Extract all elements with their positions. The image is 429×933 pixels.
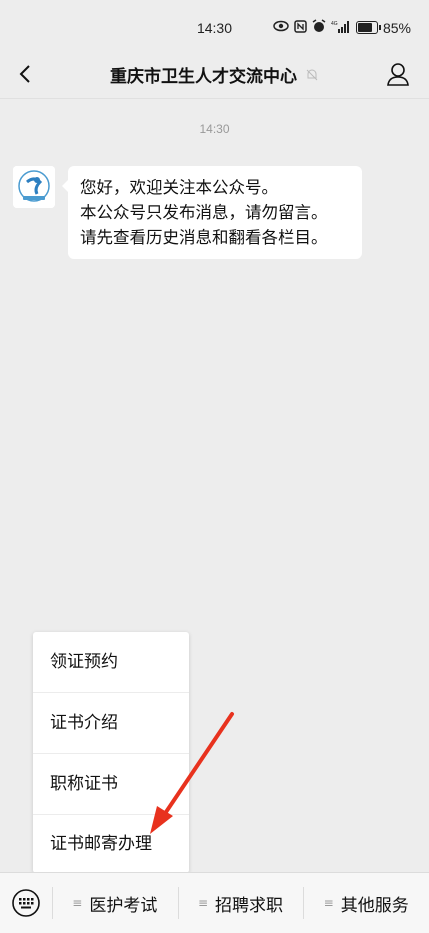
page-title: 重庆市卫生人才交流中心 [110, 67, 297, 87]
nfc-icon [294, 19, 307, 36]
status-icons: 4G 85% [273, 19, 411, 36]
alarm-icon [312, 19, 326, 36]
keyboard-button[interactable] [0, 873, 52, 933]
tab-other-services[interactable]: ≡ 其他服务 [303, 873, 429, 933]
tab-medical-exam[interactable]: ≡ 医护考试 [52, 873, 178, 933]
message-bubble[interactable]: 您好，欢迎关注本公众号。 本公众号只发布消息，请勿留言。 请先查看历史消息和翻看… [62, 166, 362, 259]
tab-label: 招聘求职 [215, 895, 284, 916]
menu-item-appointment[interactable]: 领证预约 [33, 632, 189, 693]
eye-icon [273, 20, 289, 35]
keyboard-icon [12, 889, 40, 917]
tab-label: 其他服务 [340, 895, 409, 916]
chat-timestamp: 14:30 [199, 122, 230, 136]
nav-bar: 重庆市卫生人才交流中心 [0, 50, 429, 99]
bottom-menu-bar: ≡ 医护考试 ≡ 招聘求职 ≡ 其他服务 [0, 872, 429, 933]
status-bar: 14:30 4G 85% [0, 0, 429, 50]
avatar[interactable] [13, 166, 55, 208]
logo-icon [13, 166, 55, 208]
battery-percent: 85% [382, 19, 411, 36]
nav-title-container: 重庆市卫生人才交流中心 [0, 62, 429, 87]
menu-list-icon: ≡ [323, 896, 334, 910]
message-line: 您好，欢迎关注本公众号。 [80, 178, 278, 197]
tab-label: 医护考试 [89, 895, 158, 916]
menu-list-icon: ≡ [197, 896, 209, 910]
menu-list-icon: ≡ [72, 896, 83, 910]
battery-icon [355, 21, 381, 34]
person-icon[interactable] [385, 60, 411, 88]
tab-recruitment[interactable]: ≡ 招聘求职 [177, 873, 304, 933]
signal-4g-icon: 4G [331, 20, 351, 36]
menu-item-certificate-intro[interactable]: 证书介绍 [33, 693, 189, 754]
menu-item-certificate-mailing[interactable]: 证书邮寄办理 [33, 815, 189, 873]
message-line: 本公众号只发布消息，请勿留言。 [80, 203, 328, 222]
message-line: 请先查看历史消息和翻看各栏目。 [80, 228, 328, 247]
svg-text:4G: 4G [331, 21, 338, 27]
popup-menu: 领证预约 证书介绍 职称证书 证书邮寄办理 [33, 632, 189, 873]
menu-item-title-certificate[interactable]: 职称证书 [33, 754, 189, 815]
bell-muted-icon [306, 69, 318, 80]
